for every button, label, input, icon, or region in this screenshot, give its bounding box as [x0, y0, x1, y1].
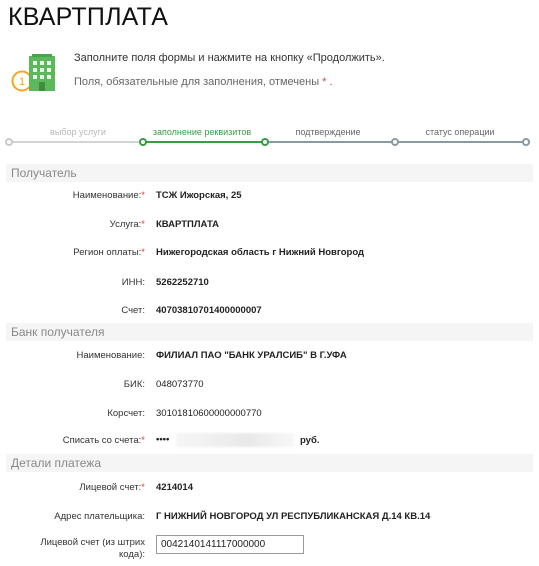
service-value: КВАРТПЛАТА [156, 219, 220, 230]
step-label-operation-status: статус операции [425, 127, 495, 137]
bank-section-title: Банк получателя [11, 325, 105, 339]
debit-currency: руб. [300, 435, 320, 446]
progress-stepper: выбор услуги заполнение реквизитов подтв… [5, 126, 530, 148]
barcode-account-input[interactable] [156, 535, 304, 554]
bik-label: БИК: [123, 379, 145, 390]
required-star: * [322, 76, 327, 88]
recipient-name-value: ТСЖ Ижорская, 25 [156, 190, 242, 201]
details-section-title: Детали платежа [11, 456, 101, 470]
recipient-section-title: Получатель [11, 166, 77, 180]
recipient-section-band [6, 164, 533, 182]
stepper-line-done [8, 141, 143, 143]
step-dot-start [5, 138, 13, 146]
bik-value: 048073770 [156, 379, 204, 390]
recipient-account-label: Счет: [121, 305, 145, 316]
required-hint-end: . [329, 76, 333, 88]
notice-instructions: Заполните поля формы и нажмите на кнопку… [74, 52, 385, 64]
barcode-account-label: Лицевой счет (из штрих кода): [40, 537, 145, 560]
debit-account-label: Списать со счета:* [62, 435, 145, 446]
personal-account-value: 4214014 [156, 482, 193, 493]
masked-account-number [176, 433, 294, 447]
debit-account-value[interactable]: •••• [156, 434, 169, 445]
payer-address-label: Адрес плательщика: [54, 511, 145, 522]
step-dot-current-end [261, 138, 269, 146]
corr-account-value: 30101810600000000770 [156, 408, 262, 419]
step-dot-confirm-end [391, 138, 399, 146]
corr-account-label: Корсчет: [107, 408, 145, 419]
step-label-confirmation: подтверждение [295, 127, 361, 137]
building-icon: 1 [11, 54, 55, 92]
step-number: 1 [19, 76, 25, 88]
form-notice: 1 Заполните поля формы и нажмите на кноп… [10, 46, 530, 96]
region-label: Регион оплаты:* [73, 247, 145, 258]
required-hint-text: Поля, обязательные для заполнения, отмеч… [74, 76, 320, 88]
inn-label: ИНН: [121, 277, 145, 288]
recipient-account-value: 40703810701400000007 [156, 305, 262, 316]
step-dot-end [522, 138, 530, 146]
bank-name-value: ФИЛИАЛ ПАО "БАНК УРАЛСИБ" В Г.УФА [156, 350, 347, 361]
region-value: Нижегородская область г Нижний Новгород [156, 247, 365, 258]
notice-required-hint: Поля, обязательные для заполнения, отмеч… [74, 76, 333, 88]
page-title: КВАРТПЛАТА [8, 3, 169, 31]
stepper-line-current [143, 141, 265, 143]
inn-value: 5262252710 [156, 277, 209, 288]
step-dot-current-start [139, 138, 147, 146]
step-label-fill-details: заполнение реквизитов [152, 127, 252, 137]
service-label: Услуга:* [109, 219, 145, 230]
step-label-select-service: выбор услуги [50, 127, 106, 137]
payer-address-value: Г НИЖНИЙ НОВГОРОД УЛ РЕСПУБЛИКАНСКАЯ Д.1… [156, 511, 431, 522]
personal-account-label: Лицевой счет:* [79, 482, 145, 493]
bank-name-label: Наименование: [76, 350, 146, 361]
recipient-name-label: Наименование:* [72, 190, 145, 201]
